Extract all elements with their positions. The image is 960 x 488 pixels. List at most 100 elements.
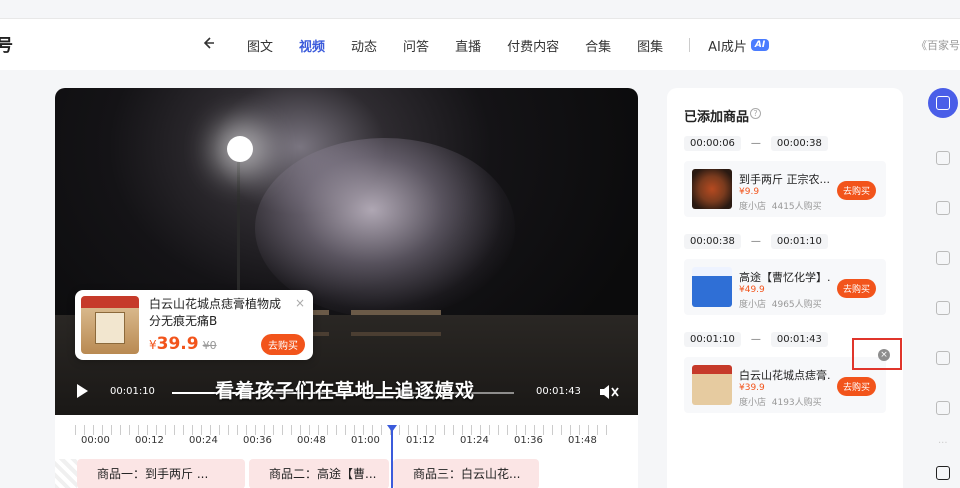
- product-popup-card[interactable]: 白云山花城点痣膏植物成分无痕无痛B × ¥39.9 ¥0 去购买: [75, 290, 313, 360]
- product-thumbnail: [692, 365, 732, 405]
- play-box-icon: [936, 301, 950, 315]
- bag-icon: [936, 96, 950, 110]
- product-name: 白云山花城点痣膏...: [739, 369, 831, 382]
- timeline-segment-3[interactable]: 商品三：白云山花...: [393, 459, 539, 488]
- chat-icon: [936, 466, 950, 480]
- tab-live[interactable]: 直播: [455, 36, 481, 55]
- tab-gallery[interactable]: 图集: [637, 36, 663, 55]
- video-player[interactable]: [55, 88, 638, 415]
- product-shop: 度小店: [739, 398, 767, 408]
- tick-label: 01:12: [406, 435, 435, 446]
- product-card[interactable]: 到手两斤 正宗农... ¥9.9 度小店 4415人购买 去购买: [684, 161, 886, 217]
- product-card[interactable]: 高途【曹忆化学】... ¥49.9 度小店 4965人购买 去购买: [684, 259, 886, 315]
- product-shop: 度小店: [739, 202, 767, 212]
- rail-products-button[interactable]: [928, 88, 958, 118]
- product-thumbnail: [692, 169, 732, 209]
- slot-start-time[interactable]: 00:01:10: [684, 331, 741, 347]
- close-icon[interactable]: ×: [295, 296, 305, 310]
- ai-badge-icon: AI: [750, 39, 770, 51]
- time-dash: —: [750, 333, 761, 345]
- rail-tool-button[interactable]: [928, 343, 958, 373]
- user-icon: [936, 351, 950, 365]
- brand-logo-fragment: 号: [0, 36, 13, 56]
- slot-end-time[interactable]: 00:01:43: [770, 331, 828, 347]
- tab-tuwen[interactable]: 图文: [247, 36, 273, 55]
- time-dash: —: [750, 235, 761, 247]
- product-name: 到手两斤 正宗农...: [739, 173, 830, 186]
- tab-wenda[interactable]: 问答: [403, 36, 429, 55]
- product-name: 高途【曹忆化学】...: [739, 271, 831, 284]
- more-dots-icon: ···: [938, 438, 948, 449]
- timeline-ruler: [75, 425, 615, 435]
- total-time: 00:01:43: [536, 386, 581, 397]
- timeline-segment-2[interactable]: 商品二：高途【曹...: [249, 459, 389, 488]
- current-time: 00:01:10: [110, 386, 155, 397]
- product-buyers: 4415人购买: [771, 202, 822, 212]
- top-nav-bar: 号 图文 视频 动态 问答 直播 付费内容 合集 图集 AI成片 AI 《百家号: [0, 18, 960, 70]
- product-price: ¥9.9: [739, 187, 760, 197]
- video-scene-bench: [351, 310, 441, 336]
- slot-time-range: 00:00:06 — 00:00:38: [684, 134, 886, 152]
- rail-tool-button[interactable]: [928, 143, 958, 173]
- play-icon[interactable]: [77, 384, 88, 398]
- slot-start-time[interactable]: 00:00:06: [684, 135, 741, 151]
- content-type-tabs: 图文 视频 动态 问答 直播 付费内容 合集 图集 AI成片 AI: [247, 19, 770, 71]
- box-icon: [936, 401, 950, 415]
- buy-button[interactable]: 去购买: [836, 279, 876, 298]
- doc-icon: [936, 251, 950, 265]
- panel-title: 已添加商品: [684, 110, 750, 125]
- product-meta: 度小店 4965人购买: [739, 297, 822, 310]
- product-price: ¥49.9: [739, 285, 765, 295]
- product-shop: 度小店: [739, 300, 767, 310]
- ai-video-label: AI成片: [708, 39, 747, 55]
- tick-label: 00:12: [135, 435, 164, 446]
- popup-buy-button[interactable]: 去购买: [261, 334, 305, 355]
- slot-end-time[interactable]: 00:00:38: [770, 135, 828, 151]
- video-controls: 00:01:10 看着孩子们在草地上追逐嬉戏 00:01:43: [55, 372, 638, 412]
- tick-label: 00:00: [81, 435, 110, 446]
- popup-product-title: 白云山花城点痣膏植物成分无痕无痛B: [149, 297, 282, 328]
- time-dash: —: [750, 137, 761, 149]
- timeline-playhead[interactable]: [387, 425, 397, 488]
- mute-icon[interactable]: [598, 382, 620, 402]
- tab-ai-video[interactable]: AI成片 AI: [708, 36, 770, 55]
- slot-time-range: 00:00:38 — 00:01:10: [684, 232, 886, 250]
- popup-currency: ¥: [149, 338, 157, 352]
- product-thumbnail: [81, 296, 139, 354]
- product-price: ¥39.9: [739, 383, 765, 393]
- product-buyers: 4193人购买: [771, 398, 822, 408]
- popup-original-price: ¥0: [202, 339, 217, 352]
- product-slot-2: 00:00:38 — 00:01:10 高途【曹忆化学】... ¥49.9 度小…: [684, 232, 886, 315]
- tick-label: 01:00: [351, 435, 380, 446]
- video-scene-lamp: [227, 136, 253, 162]
- slot-start-time[interactable]: 00:00:38: [684, 233, 741, 249]
- tab-dongtai[interactable]: 动态: [351, 36, 377, 55]
- product-buyers: 4965人购买: [771, 300, 822, 310]
- rail-chat-button[interactable]: [928, 458, 958, 488]
- slot-end-time[interactable]: 00:01:10: [770, 233, 828, 249]
- product-meta: 度小店 4193人购买: [739, 395, 822, 408]
- note-icon: [936, 151, 950, 165]
- tick-label: 01:36: [514, 435, 543, 446]
- buy-button[interactable]: 去购买: [836, 377, 876, 396]
- rail-tool-button[interactable]: [928, 243, 958, 273]
- tab-paid-content[interactable]: 付费内容: [507, 36, 559, 55]
- timeline-empty-region: [55, 459, 77, 488]
- rail-tool-button[interactable]: [928, 293, 958, 323]
- popup-price-value: 39.9: [156, 334, 199, 354]
- product-timeline[interactable]: 00:00 00:12 00:24 00:36 00:48 01:00 01:1…: [55, 415, 638, 488]
- tick-label: 01:48: [568, 435, 597, 446]
- buy-button[interactable]: 去购买: [836, 181, 876, 200]
- help-circle-icon[interactable]: ?: [750, 108, 761, 119]
- timeline-segment-1[interactable]: 商品一：到手两斤 ...: [77, 459, 245, 488]
- tick-label: 01:24: [460, 435, 489, 446]
- tick-label: 00:36: [243, 435, 272, 446]
- tab-video[interactable]: 视频: [299, 36, 325, 55]
- nav-right-link[interactable]: 《百家号: [916, 37, 960, 53]
- rail-tool-button[interactable]: [928, 393, 958, 423]
- nav-divider: [689, 38, 691, 52]
- tab-collection[interactable]: 合集: [585, 36, 611, 55]
- back-arrow-icon[interactable]: [200, 35, 216, 51]
- rail-tool-button[interactable]: [928, 193, 958, 223]
- popup-price: ¥39.9 ¥0: [149, 334, 217, 354]
